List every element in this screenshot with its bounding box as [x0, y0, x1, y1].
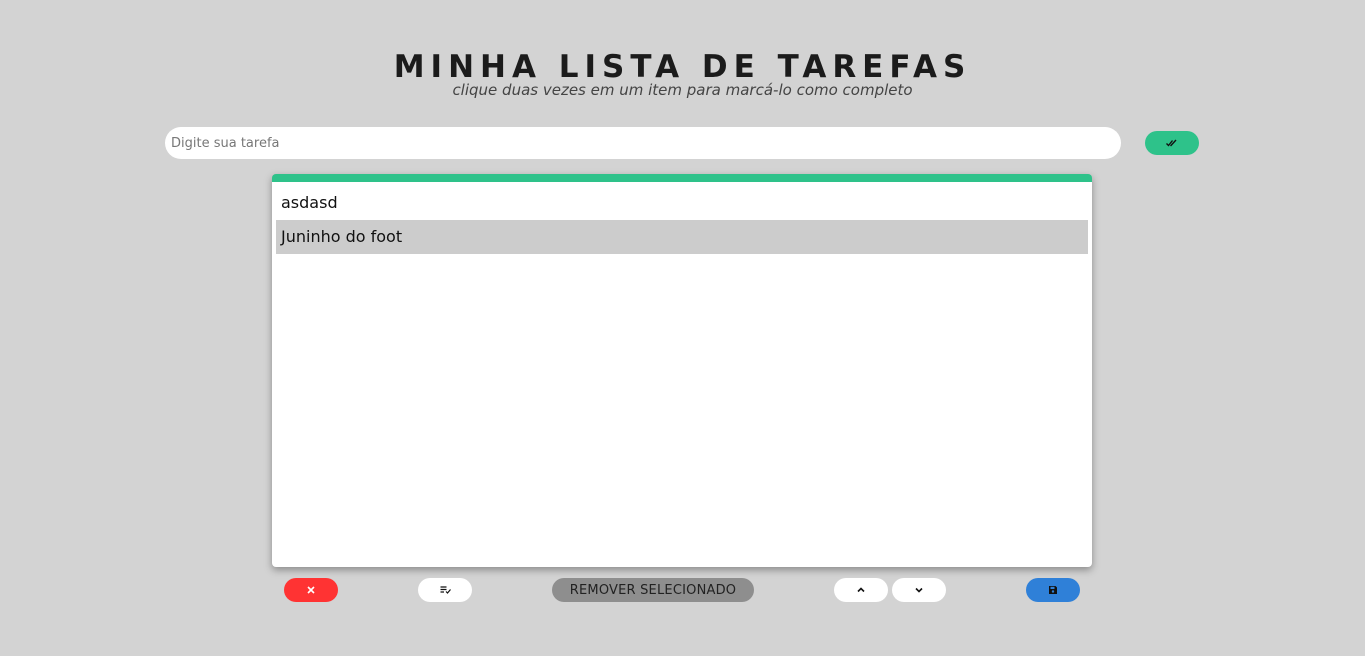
move-up-button[interactable] — [834, 578, 888, 602]
clear-list-button[interactable] — [284, 578, 338, 602]
chevron-down-icon — [915, 587, 923, 593]
close-icon — [307, 586, 315, 594]
page-header: MINHA LISTA DE TAREFAS clique duas vezes… — [0, 48, 1365, 100]
add-task-button[interactable] — [1145, 131, 1199, 155]
remove-selected-button[interactable]: REMOVER SELECIONADO — [552, 578, 754, 602]
page-subtitle: clique duas vezes em um item para marcá-… — [452, 81, 913, 99]
save-icon — [1048, 585, 1058, 595]
list-item[interactable]: asdasd — [276, 186, 1088, 220]
double-check-icon — [1166, 139, 1178, 147]
list-item[interactable]: Juninho do foot — [276, 220, 1088, 254]
chevron-up-icon — [857, 587, 865, 593]
task-list: asdasd Juninho do foot — [272, 174, 1092, 567]
mark-complete-button[interactable] — [418, 578, 472, 602]
playlist-check-icon — [440, 586, 451, 594]
save-button[interactable] — [1026, 578, 1080, 602]
move-down-button[interactable] — [892, 578, 946, 602]
task-input[interactable] — [165, 127, 1121, 159]
